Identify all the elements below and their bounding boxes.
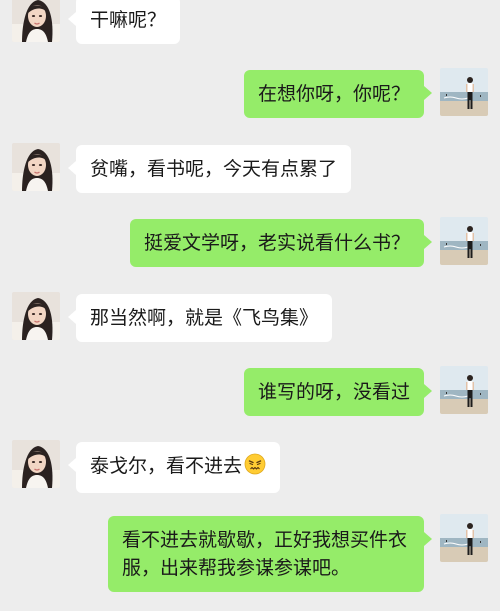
- male-avatar-beach[interactable]: [440, 514, 488, 562]
- outgoing-message-bubble[interactable]: 挺爱文学呀，老实说看什么书？: [129, 219, 433, 267]
- outgoing-message-bubble[interactable]: 在想你呀，你呢？: [243, 70, 433, 118]
- female-avatar[interactable]: [12, 440, 60, 488]
- incoming-message-bubble[interactable]: 干嘛呢？: [67, 0, 181, 44]
- male-avatar-beach[interactable]: [440, 217, 488, 265]
- incoming-message-bubble[interactable]: 贫嘴，看书呢，今天有点累了: [67, 145, 352, 193]
- chat-history[interactable]: 干嘛呢？ 在想你呀，你呢？ 贫嘴，看书呢，今天有点累了 挺爱文学呀，老实说看什么…: [0, 0, 500, 611]
- outgoing-message-bubble[interactable]: 谁写的呀，没看过: [243, 368, 433, 416]
- message-text: 贫嘴，看书呢，今天有点累了: [90, 158, 338, 180]
- persevering-face-emoji-icon: [244, 453, 266, 483]
- outgoing-message-bubble[interactable]: 看不进去就歇歇，正好我想买件衣服，出来帮我参谋参谋吧。: [108, 516, 432, 592]
- female-avatar[interactable]: [12, 0, 60, 42]
- male-avatar-beach[interactable]: [440, 366, 488, 414]
- message-text: 挺爱文学呀，老实说看什么书？: [143, 232, 410, 254]
- incoming-message-bubble[interactable]: 泰戈尔，看不进去: [67, 442, 281, 493]
- message-text: 看不进去就歇歇，正好我想买件衣服，出来帮我参谋参谋吧。: [122, 529, 408, 579]
- message-text: 干嘛呢？: [90, 9, 167, 31]
- female-avatar[interactable]: [12, 143, 60, 191]
- female-avatar[interactable]: [12, 292, 60, 340]
- incoming-message-bubble[interactable]: 那当然啊，就是《飞鸟集》: [67, 294, 333, 342]
- message-text: 泰戈尔，看不进去: [90, 455, 243, 477]
- male-avatar-beach[interactable]: [440, 68, 488, 116]
- message-text: 在想你呀，你呢？: [257, 83, 410, 105]
- message-text: 那当然啊，就是《飞鸟集》: [90, 307, 319, 329]
- message-text: 谁写的呀，没看过: [257, 381, 410, 403]
